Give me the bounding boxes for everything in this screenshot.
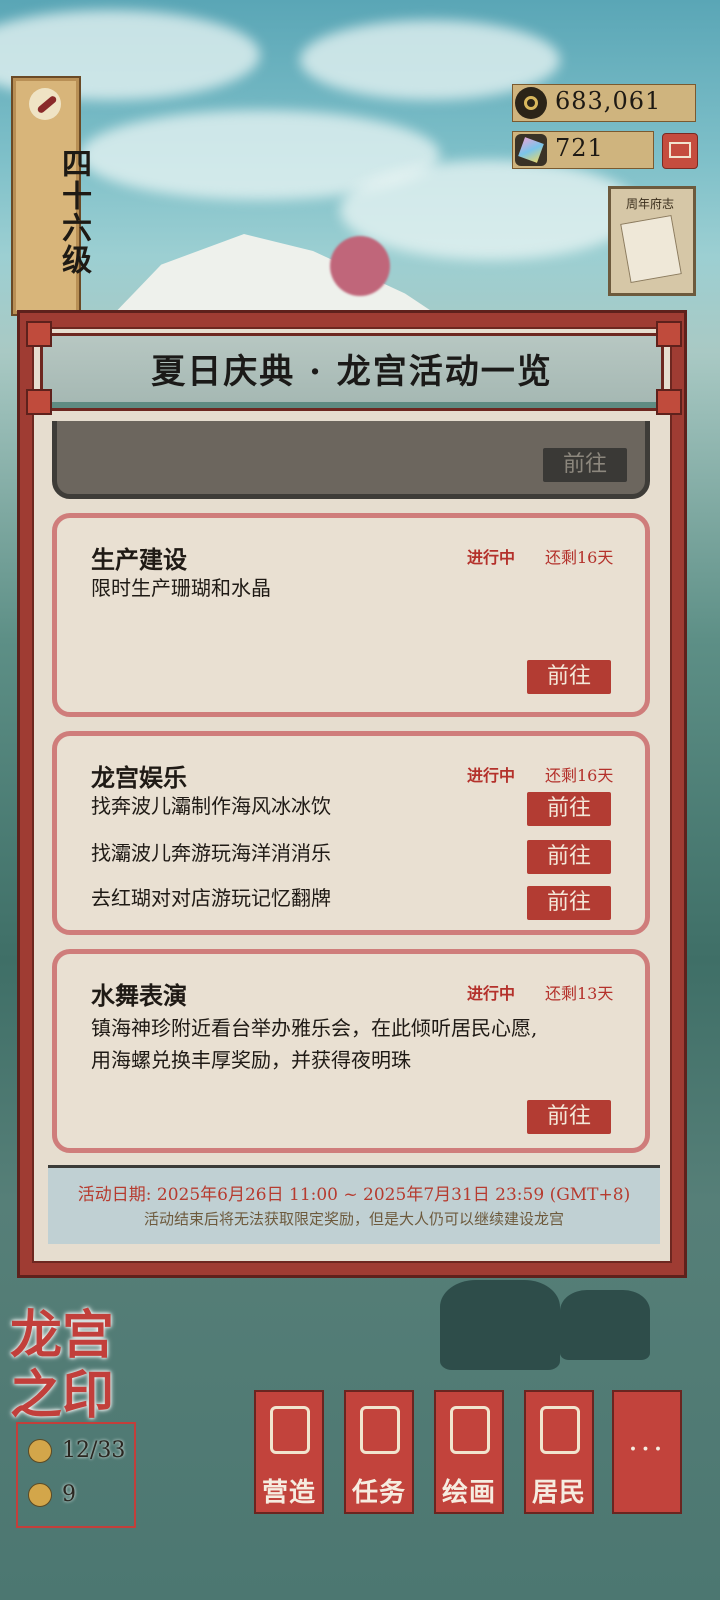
nav-label: 居民 [531,1478,586,1508]
activity-remaining: 还剩16天 [545,548,614,567]
activity-list[interactable]: 前往 生产建设 进行中 还剩16天 限时生产珊瑚和水晶 前往 龙宫娱乐 进行中 … [48,421,660,1165]
person-icon [540,1406,580,1454]
anniversary-journal-button[interactable]: 周年府志 [608,186,696,296]
dragon-palace-seal[interactable]: 龙宫 之印 12/33 9 [10,1306,140,1528]
corner-ornament [656,389,682,415]
seal-title: 龙宫 之印 [10,1306,140,1426]
panel-header: 夏日庆典 · 龙宫活动一览 [40,333,664,411]
activity-desc-line: 用海螺兑换丰厚奖励，并获得夜明珠 [91,1048,411,1072]
copper-coin-counter[interactable]: 683,061 [512,84,696,122]
nav-tasks-button[interactable]: 任务 [344,1390,414,1514]
event-dates: 活动日期: 2025年6月26日 11:00 ~ 2025年7月31日 23:5… [77,1185,631,1205]
gem-icon [515,134,547,166]
book-icon [360,1406,400,1454]
more-icon: ··· [628,1432,666,1467]
nav-paint-button[interactable]: 绘画 [434,1390,504,1514]
go-button-drinks[interactable]: 前往 [527,792,611,826]
activity-remaining: 还剩13天 [545,984,614,1003]
seal-stats: 12/33 9 [16,1422,136,1528]
activity-panel: 夏日庆典 · 龙宫活动一览 前往 生产建设 进行中 还剩16天 限时生产珊瑚和水… [17,310,687,1278]
go-button-production[interactable]: 前往 [527,660,611,694]
scroll-icon [450,1406,490,1454]
seal-title-line: 之印 [10,1365,115,1426]
activity-name: 水舞表演 [91,981,187,1010]
go-button-water-dance[interactable]: 前往 [527,1100,611,1134]
journal-icon [620,214,682,284]
seal-progress-row: 12/33 [28,1438,125,1463]
activity-desc: 限时生产珊瑚和水晶 [91,576,271,600]
panel-title: 夏日庆典 · 龙宫活动一览 [151,352,553,392]
nav-label: 绘画 [441,1478,496,1508]
activity-item: 找灞波儿奔游玩海洋消消乐 [91,841,331,865]
activity-status: 进行中 [467,548,516,567]
corner-ornament [26,321,52,347]
go-button-previous[interactable]: 前往 [543,448,627,482]
activity-remaining: 还剩16天 [545,766,614,785]
seal-coin-row: 9 [28,1482,76,1507]
corner-ornament [656,321,682,347]
journal-label: 周年府志 [625,197,674,211]
resident-icon [28,1439,52,1463]
go-button-match[interactable]: 前往 [527,840,611,874]
activity-desc-line: 镇海神珍附近看台举办雅乐会，在此倾听居民心愿, [91,1016,538,1040]
activity-status: 进行中 [467,766,516,785]
copper-coin-icon [515,87,547,119]
brush-icon [29,88,61,120]
activity-card-previous: 前往 [52,421,650,499]
activity-name: 龙宫娱乐 [91,763,187,792]
nav-residents-button[interactable]: 居民 [524,1390,594,1514]
nav-build-button[interactable]: 营造 [254,1390,324,1514]
nav-more-button[interactable]: ··· [612,1390,682,1514]
panel-footer: 活动日期: 2025年6月26日 11:00 ~ 2025年7月31日 23:5… [48,1165,660,1244]
player-level-badge[interactable]: 四十六级 [11,76,91,316]
pavilion-icon [270,1406,310,1454]
seal-progress: 12/33 [62,1438,126,1463]
activity-name: 生产建设 [91,545,187,574]
copper-coin-value: 683,061 [555,87,662,115]
activity-card-entertainment: 龙宫娱乐 进行中 还剩16天 找奔波儿灞制作海风冰冰饮 前往 找灞波儿奔游玩海洋… [52,731,650,935]
nav-label: 营造 [261,1478,316,1508]
activity-status: 进行中 [467,984,516,1003]
seal-coins: 9 [62,1482,76,1507]
go-button-memory[interactable]: 前往 [527,886,611,920]
nav-label: 任务 [351,1478,406,1508]
level-label: 四十六级 [56,148,91,276]
activity-card-water-dance: 水舞表演 进行中 还剩13天 镇海神珍附近看台举办雅乐会，在此倾听居民心愿, 用… [52,949,650,1153]
event-note: 活动结束后将无法获取限定奖励，但是大人仍可以继续建设龙宫 [143,1210,564,1228]
seal-title-line: 龙宫 [10,1305,115,1366]
activity-item: 去红瑚对对店游玩记忆翻牌 [91,886,331,910]
gem-value: 721 [555,134,604,162]
coin-icon [28,1483,52,1507]
corner-ornament [26,389,52,415]
shop-icon[interactable] [662,133,698,169]
activity-item: 找奔波儿灞制作海风冰冰饮 [91,794,331,818]
activity-card-production: 生产建设 进行中 还剩16天 限时生产珊瑚和水晶 前往 [52,513,650,717]
gem-counter[interactable]: 721 [512,131,654,169]
